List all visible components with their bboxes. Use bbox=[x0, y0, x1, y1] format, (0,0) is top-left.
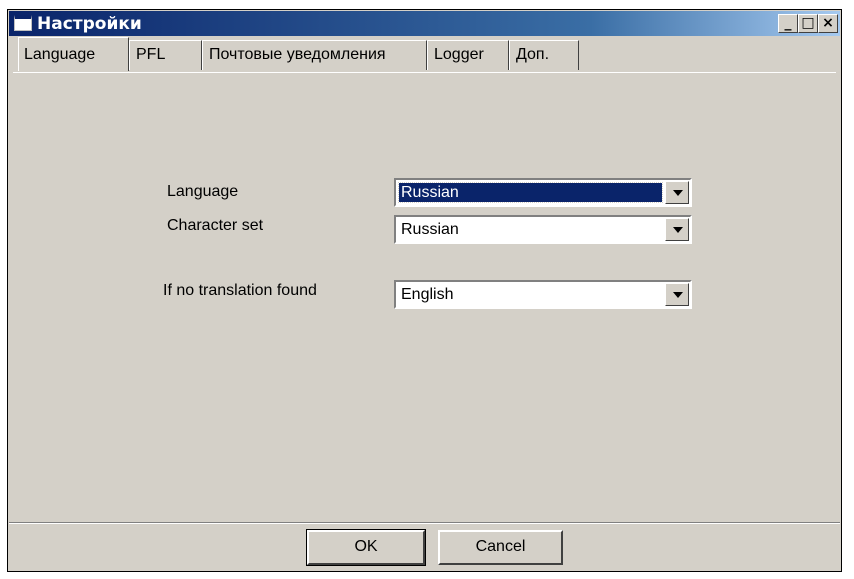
charset-dropdown-button[interactable] bbox=[665, 218, 689, 241]
tab-extra[interactable]: Доп. bbox=[509, 40, 579, 70]
tab-pfl[interactable]: PFL bbox=[129, 40, 202, 70]
cancel-button[interactable]: Cancel bbox=[438, 530, 563, 565]
window-title: Настройки bbox=[37, 14, 142, 34]
fallback-dropdown-button[interactable] bbox=[665, 283, 689, 306]
ok-button[interactable]: OK bbox=[306, 529, 426, 566]
window-icon bbox=[14, 15, 32, 31]
tab-mail-notifications[interactable]: Почтовые уведомления bbox=[202, 40, 427, 70]
language-value: Russian bbox=[398, 182, 663, 203]
title-bar[interactable]: Настройки _ □ × bbox=[9, 11, 840, 36]
fallback-value: English bbox=[401, 286, 454, 303]
charset-label: Character set bbox=[167, 217, 264, 234]
close-button[interactable]: × bbox=[818, 14, 838, 33]
chevron-down-icon bbox=[673, 227, 683, 233]
charset-value: Russian bbox=[401, 221, 459, 238]
fallback-select[interactable]: English bbox=[394, 280, 692, 309]
minimize-button[interactable]: _ bbox=[778, 14, 798, 33]
settings-dialog: Настройки _ □ × Language PFL Почтовые ув… bbox=[7, 9, 842, 572]
chevron-down-icon bbox=[673, 190, 683, 196]
tab-logger[interactable]: Logger bbox=[427, 40, 509, 70]
maximize-button[interactable]: □ bbox=[798, 14, 818, 33]
language-dropdown-button[interactable] bbox=[665, 181, 689, 204]
fallback-label: If no translation found bbox=[163, 282, 317, 299]
chevron-down-icon bbox=[673, 292, 683, 298]
button-bar-separator bbox=[9, 522, 840, 524]
charset-select[interactable]: Russian bbox=[394, 215, 692, 244]
tab-language[interactable]: Language bbox=[18, 37, 129, 71]
language-tab-page: Language Russian Character set Russian I… bbox=[13, 72, 836, 521]
language-label: Language bbox=[167, 183, 239, 200]
language-select[interactable]: Russian bbox=[394, 178, 692, 207]
